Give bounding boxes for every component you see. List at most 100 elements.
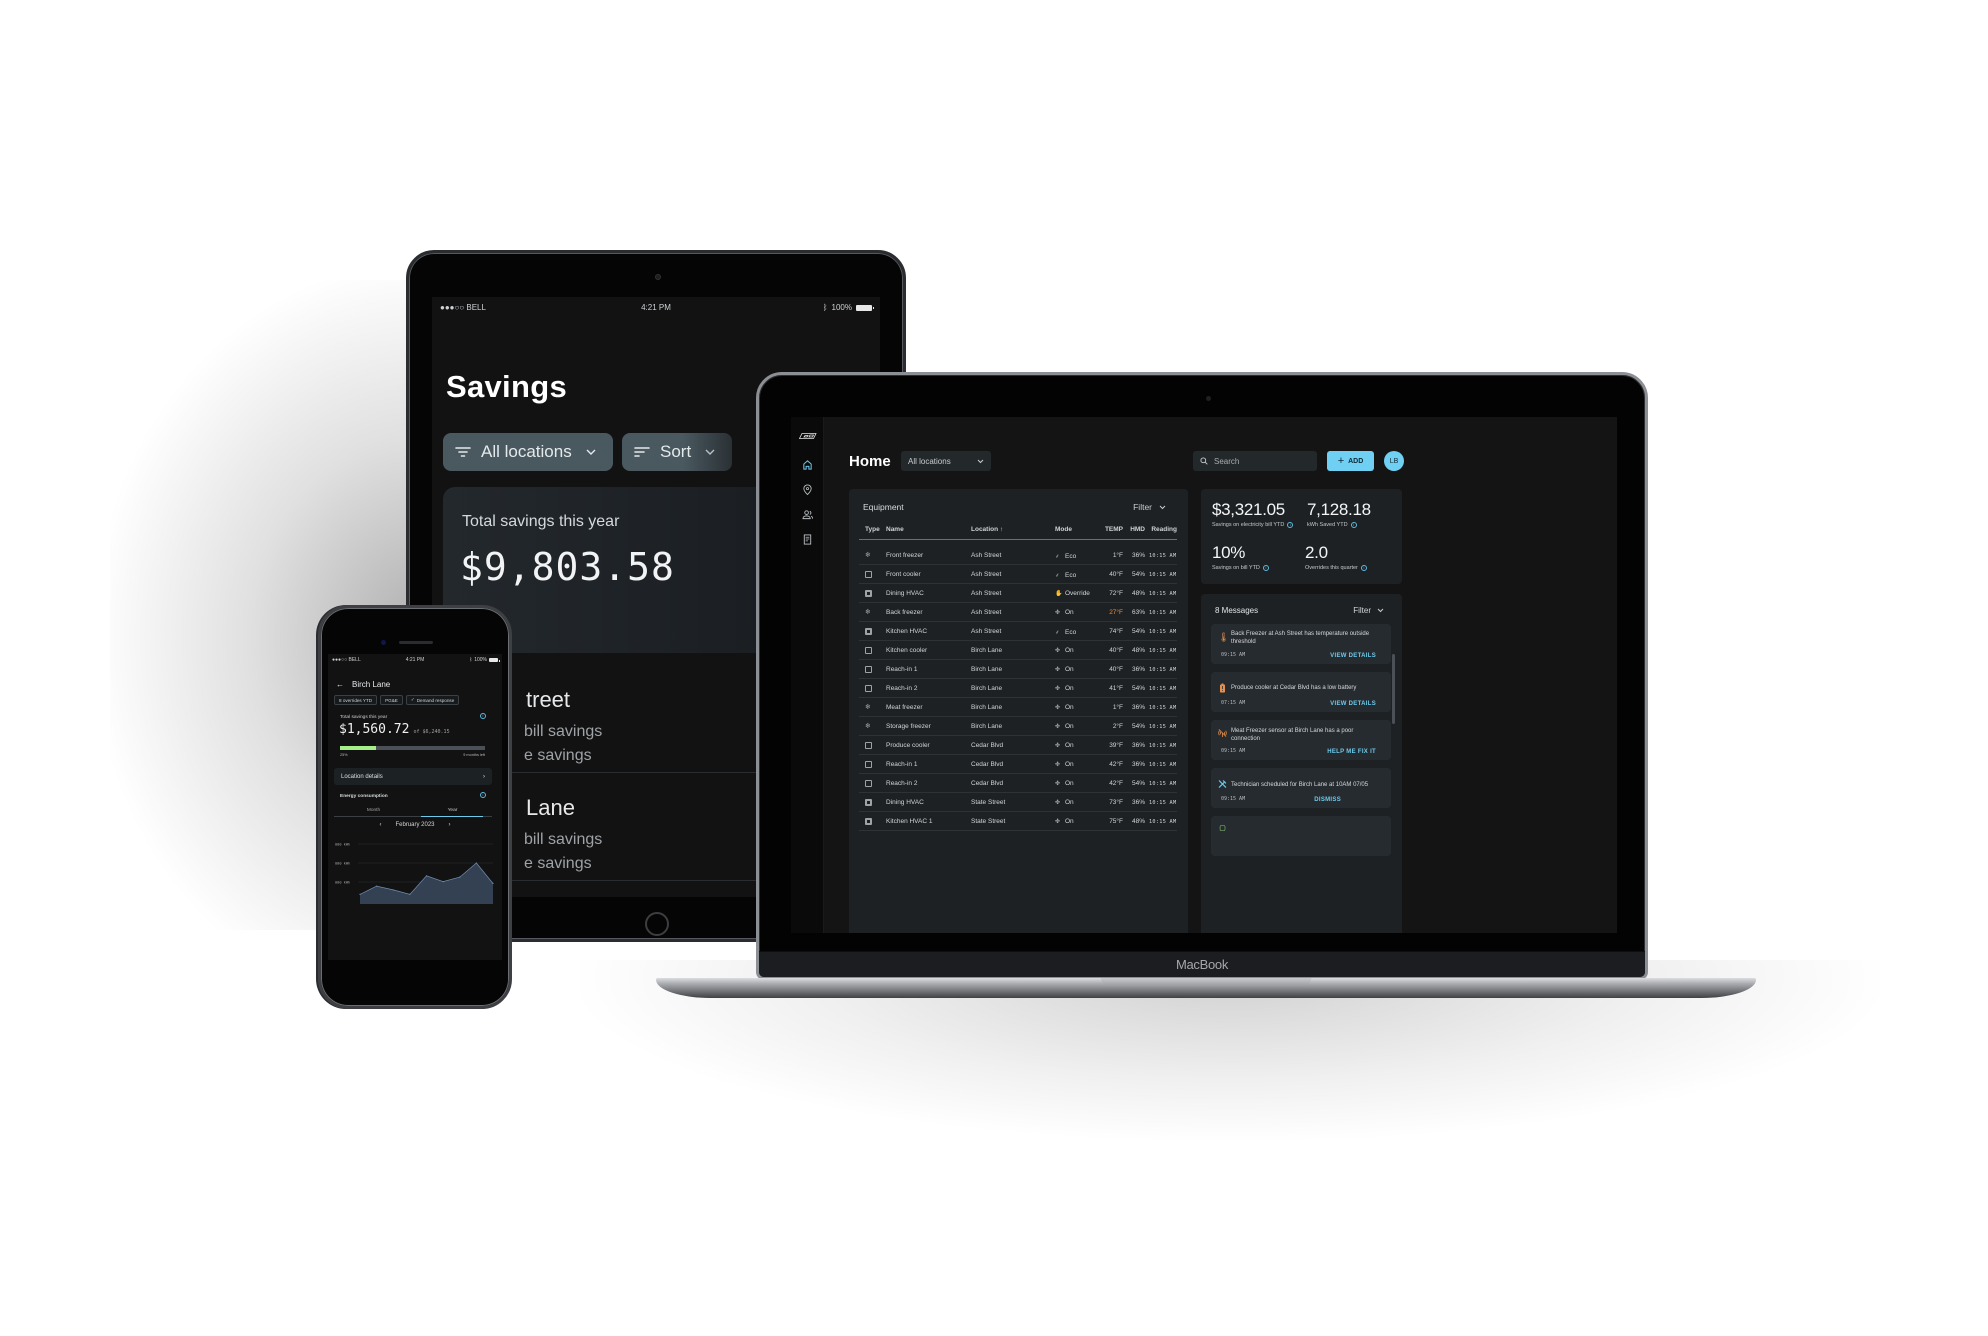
message-time: 09:15 AM xyxy=(1221,796,1246,802)
table-row[interactable]: Kitchen HVAC Ash Street ⸙ Eco 74°F 54% 10:15 A… xyxy=(859,622,1177,641)
equipment-reading: 10:15 AM xyxy=(1149,686,1177,692)
sidebar-item-users[interactable] xyxy=(800,507,815,522)
table-row[interactable]: Reach-in 1 Cedar Blvd ✤ On 42°F 36% 10:15 AM xyxy=(859,755,1177,774)
equipment-location: Ash Street xyxy=(971,552,1002,559)
equipment-humidity: 48% xyxy=(1131,647,1145,654)
equipment-filter-button[interactable]: Filter xyxy=(1133,502,1166,512)
chevron-right-icon[interactable]: › xyxy=(449,822,451,828)
column-header-hmd[interactable]: HMD xyxy=(1125,526,1145,533)
location-details-button[interactable]: Location details › xyxy=(334,768,492,785)
column-header-type[interactable]: Type xyxy=(865,526,880,533)
back-arrow-icon[interactable]: ← xyxy=(336,680,344,689)
message-item: Technician scheduled for Birch Lane at 1… xyxy=(1211,768,1391,808)
equipment-humidity: 54% xyxy=(1131,685,1145,692)
laptop-device: Home All locations Search + ADD LB Equip… xyxy=(756,372,1648,980)
eco-icon: ⸙ xyxy=(1055,573,1060,579)
equipment-mode: ✤ On xyxy=(1055,723,1074,730)
demand-response-chip[interactable]: ✓ Demand response xyxy=(405,695,460,705)
info-icon[interactable]: i xyxy=(1360,565,1367,571)
table-row[interactable]: Kitchen HVAC 1 State Street ✤ On 75°F 48% 10:1… xyxy=(859,812,1177,831)
table-row[interactable]: ❄ Back freezer Ash Street ✤ On 27°F 63% 10:15 A… xyxy=(859,603,1177,622)
overrides-chip[interactable]: 8 overrides YTD xyxy=(334,695,378,705)
sidebar-item-reports[interactable] xyxy=(800,532,815,547)
table-row[interactable]: ❄ Storage freezer Birch Lane ✤ On 2°F 54% 10:15… xyxy=(859,717,1177,736)
view-details-button[interactable]: VIEW DETAILS xyxy=(1330,653,1376,659)
sort-ascending-icon: ↑ xyxy=(999,526,1004,533)
messages-title: 8 Messages xyxy=(1215,606,1259,615)
column-header-temp[interactable]: TEMP xyxy=(1091,526,1123,533)
equipment-mode: ✤ On xyxy=(1055,685,1074,692)
info-icon[interactable]: i xyxy=(480,792,486,798)
chart-point xyxy=(492,882,494,885)
tab-year[interactable]: Year xyxy=(413,808,492,813)
equipment-reading: 10:15 AM xyxy=(1149,705,1177,711)
help-me-fix-it-button[interactable]: HELP ME FIX IT xyxy=(1327,749,1376,755)
document-icon xyxy=(803,534,812,545)
laptop-brand-label: MacBook xyxy=(1175,957,1229,972)
table-row[interactable]: ❄ Front freezer Ash Street ⸙ Eco 1°F 36% 10:15 … xyxy=(859,546,1177,565)
equipment-location: Birch Lane xyxy=(971,685,1003,692)
equipment-humidity: 54% xyxy=(1131,571,1145,578)
equipment-humidity: 36% xyxy=(1131,799,1145,806)
search-input[interactable]: Search xyxy=(1193,451,1317,471)
message-time: 07:15 AM xyxy=(1221,700,1246,706)
eco-icon: ⸙ xyxy=(1055,554,1060,560)
info-icon[interactable]: i xyxy=(1262,565,1269,571)
bluetooth-icon: ᛒ xyxy=(469,657,473,663)
equipment-name: Dining HVAC xyxy=(886,590,924,597)
bluetooth-icon: ᛒ xyxy=(822,303,828,312)
table-row[interactable]: Reach-in 1 Birch Lane ✤ On 40°F 36% 10:15 AM xyxy=(859,660,1177,679)
tab-month[interactable]: Month xyxy=(334,808,413,813)
messages-scrollbar[interactable] xyxy=(1392,654,1395,724)
equipment-temp: 2°F xyxy=(1112,723,1123,730)
column-header-reading[interactable]: Reading xyxy=(1145,526,1177,533)
fan-icon: ✤ xyxy=(1055,705,1061,711)
avatar[interactable]: LB xyxy=(1384,451,1404,471)
sidebar-item-locations[interactable] xyxy=(800,482,815,497)
period-tabs: Month Year xyxy=(334,806,492,817)
location-select-value: All locations xyxy=(908,456,951,466)
location-filter-button[interactable]: All locations xyxy=(443,433,613,471)
equipment-name: Back freezer xyxy=(886,609,923,616)
equipment-location: Cedar Blvd xyxy=(971,761,1004,768)
view-details-button[interactable]: VIEW DETAILS xyxy=(1330,701,1376,707)
table-row[interactable]: ❄ Meat freezer Birch Lane ✤ On 1°F 36% 10:15 AM xyxy=(859,698,1177,717)
equipment-temp: 27°F xyxy=(1109,609,1123,616)
mode-label: On xyxy=(1065,761,1074,768)
laptop-chin: MacBook xyxy=(759,951,1645,977)
info-icon[interactable]: i xyxy=(1350,522,1357,528)
tablet-home-button[interactable] xyxy=(645,912,669,936)
equipment-location: Ash Street xyxy=(971,571,1002,578)
page-title: Savings xyxy=(446,369,567,404)
utility-chip[interactable]: PG&E xyxy=(380,695,403,705)
thermometer-alert-icon: 🌡 xyxy=(1218,632,1230,642)
equipment-location: Cedar Blvd xyxy=(971,780,1004,787)
info-icon[interactable]: i xyxy=(1287,522,1294,528)
table-row[interactable]: Reach-in 2 Cedar Blvd ✤ On 42°F 54% 10:15 AM xyxy=(859,774,1177,793)
equipment-name: Reach-in 2 xyxy=(886,685,918,692)
sidebar-item-home[interactable] xyxy=(800,457,815,472)
table-row[interactable]: Reach-in 2 Birch Lane ✤ On 41°F 54% 10:15 AM xyxy=(859,679,1177,698)
mode-label: On xyxy=(1065,723,1074,730)
battery-icon xyxy=(489,658,500,662)
equipment-name: Dining HVAC xyxy=(886,799,924,806)
info-icon[interactable]: i xyxy=(480,713,486,719)
column-header-name[interactable]: Name xyxy=(886,526,904,533)
table-row[interactable]: Kitchen cooler Birch Lane ✤ On 40°F 48% 10:15 … xyxy=(859,641,1177,660)
column-header-location[interactable]: Location ↑ xyxy=(971,526,1003,533)
equipment-name: Reach-in 1 xyxy=(886,761,918,768)
equipment-name: Reach-in 2 xyxy=(886,780,918,787)
column-header-mode[interactable]: Mode xyxy=(1055,526,1072,533)
messages-filter-button[interactable]: Filter xyxy=(1353,606,1384,615)
sort-button[interactable]: Sort xyxy=(622,433,732,471)
dismiss-button[interactable]: DISMISS xyxy=(1314,797,1341,803)
table-row[interactable]: Produce cooler Cedar Blvd ✤ On 39°F 36% 10:15 … xyxy=(859,736,1177,755)
location-select[interactable]: All locations xyxy=(901,451,991,471)
table-row[interactable]: Dining HVAC State Street ✤ On 73°F 36% 10:15 A… xyxy=(859,793,1177,812)
chart-y-label: 000 kWh xyxy=(335,843,350,847)
table-row[interactable]: Dining HVAC Ash Street ✋ Override 72°F 48% 10:… xyxy=(859,584,1177,603)
chart-point xyxy=(442,881,444,883)
chevron-left-icon[interactable]: ‹ xyxy=(379,822,381,828)
add-button[interactable]: + ADD xyxy=(1327,451,1374,471)
table-row[interactable]: Front cooler Ash Street ⸙ Eco 40°F 54% 10:15 A… xyxy=(859,565,1177,584)
